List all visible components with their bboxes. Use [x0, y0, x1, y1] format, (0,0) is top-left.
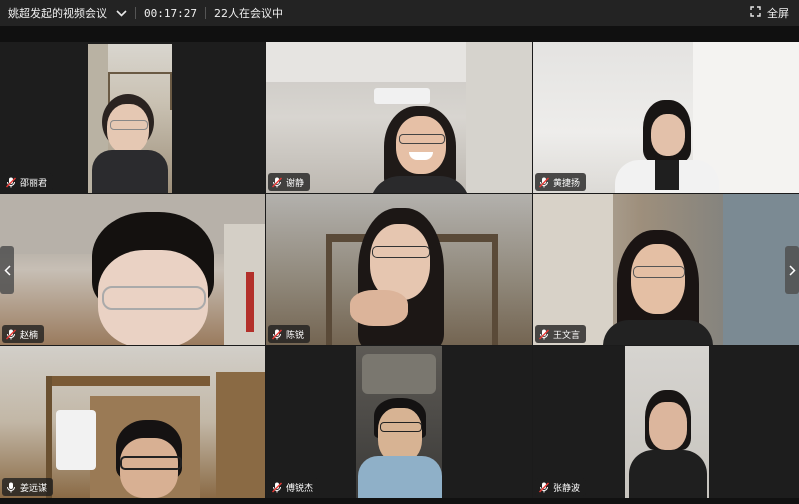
mic-muted-icon	[539, 329, 549, 340]
video-grid: 邵丽君 谢静 黄捷扬 赵楠 陈锐 王文言 姜远谋 傅锐杰 张静波	[0, 42, 799, 498]
participant-video	[0, 194, 265, 345]
header-spacer	[0, 26, 799, 42]
participant-label: 谢静	[268, 173, 311, 191]
prev-page-button[interactable]	[0, 246, 14, 294]
participant-name: 赵楠	[20, 330, 39, 341]
participant-video	[88, 44, 172, 193]
participant-label: 张静波	[535, 478, 587, 496]
participant-video	[0, 346, 265, 498]
video-tile[interactable]: 赵楠	[0, 194, 265, 345]
participant-name: 张静波	[553, 483, 581, 494]
video-tile[interactable]: 姜远谋	[0, 346, 265, 498]
video-tile[interactable]: 谢静	[266, 42, 532, 193]
participant-video	[356, 346, 442, 498]
chevron-down-icon[interactable]	[115, 7, 127, 19]
participant-label: 姜远谋	[2, 478, 54, 496]
mic-icon	[6, 482, 16, 493]
participant-video	[266, 42, 532, 193]
video-tile[interactable]: 黄捷扬	[533, 42, 799, 193]
participant-label: 傅锐杰	[268, 478, 320, 496]
fullscreen-button[interactable]: 全屏	[750, 0, 789, 26]
meeting-timer: 00:17:27	[144, 6, 197, 20]
video-tile[interactable]: 傅锐杰	[266, 346, 532, 498]
mic-muted-icon	[272, 482, 282, 493]
participant-label: 黄捷扬	[535, 173, 587, 191]
header-divider	[135, 7, 136, 19]
mic-muted-icon	[6, 329, 16, 340]
next-page-button[interactable]	[785, 246, 799, 294]
video-tile[interactable]: 张静波	[533, 346, 799, 498]
participant-name: 黄捷扬	[553, 178, 581, 189]
video-tile[interactable]: 陈锐	[266, 194, 532, 345]
participant-name: 王文言	[553, 330, 581, 341]
chevron-right-icon	[788, 261, 796, 280]
meeting-title[interactable]: 姚超发起的视频会议	[8, 5, 107, 21]
participant-label: 赵楠	[2, 325, 45, 343]
fullscreen-label: 全屏	[767, 7, 789, 20]
video-tile[interactable]: 邵丽君	[0, 42, 265, 193]
bottom-edge	[0, 498, 799, 504]
participant-video	[266, 194, 532, 345]
participant-video	[625, 346, 709, 498]
meeting-header: 姚超发起的视频会议 00:17:27 22人在会议中 全屏	[0, 0, 799, 26]
participant-video	[533, 194, 799, 345]
fullscreen-icon	[750, 6, 761, 20]
participant-label: 陈锐	[268, 325, 311, 343]
mic-muted-icon	[272, 329, 282, 340]
participant-name: 陈锐	[286, 330, 305, 341]
mic-muted-icon	[539, 482, 549, 493]
participant-name: 邵丽君	[20, 178, 48, 189]
participant-name: 傅锐杰	[286, 483, 314, 494]
participant-name: 姜远谋	[20, 483, 48, 494]
video-tile[interactable]: 王文言	[533, 194, 799, 345]
header-divider	[204, 7, 206, 19]
participant-name: 谢静	[286, 178, 305, 189]
chevron-left-icon	[3, 261, 11, 280]
participant-label: 王文言	[535, 325, 587, 343]
participant-count[interactable]: 22人在会议中	[214, 5, 283, 21]
mic-muted-icon	[272, 177, 282, 188]
participant-video	[533, 42, 799, 193]
mic-muted-icon	[539, 177, 549, 188]
participant-label: 邵丽君	[2, 173, 54, 191]
mic-muted-icon	[6, 177, 16, 188]
